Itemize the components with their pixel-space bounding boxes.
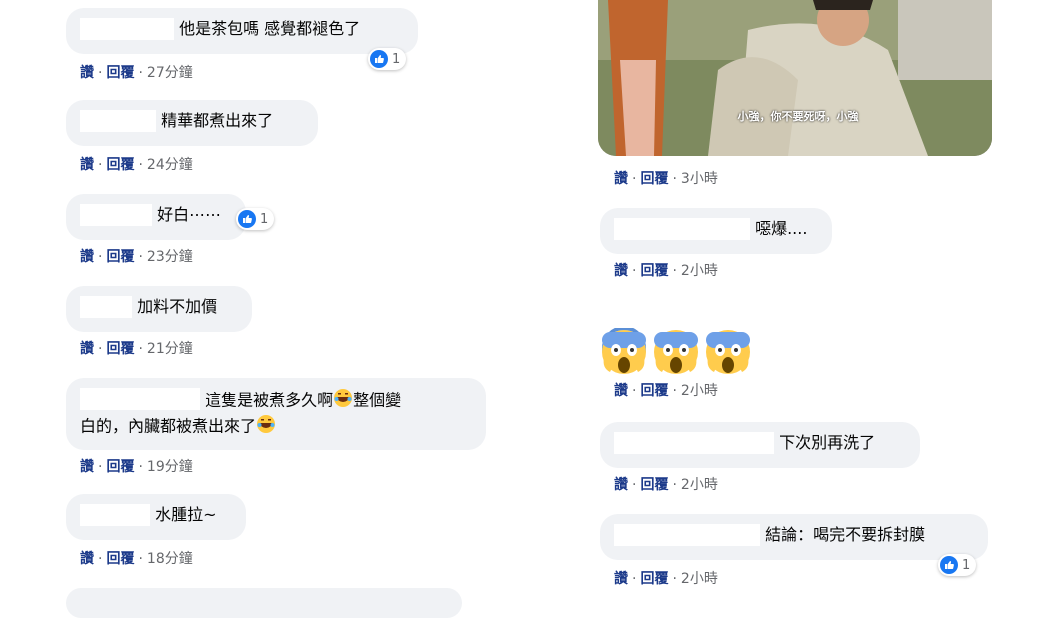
comment-time[interactable]: 19分鐘 (147, 459, 193, 475)
comment-bubble: 精華都煮出來了 (66, 100, 318, 146)
reaction-count[interactable]: 1 (938, 554, 977, 576)
like-reaction-icon (940, 556, 958, 574)
comment-text: 水腫拉~ (155, 505, 217, 524)
comment-bubble: 噁爆.... (600, 208, 832, 254)
reaction-count[interactable]: 1 (368, 48, 407, 70)
comment-text-line1b: 整個變 (353, 390, 402, 410)
redacted-author (80, 388, 200, 410)
like-link[interactable]: 讚 (80, 459, 94, 475)
comment-actions: 讚 · 回覆 · 2小時 (614, 477, 718, 493)
comment-actions: 讚 · 回覆 · 21分鐘 (80, 341, 193, 357)
photo-subtitle: 小強，你不要死呀，小強 (737, 110, 859, 123)
reply-link[interactable]: 回覆 (106, 65, 134, 81)
like-link[interactable]: 讚 (80, 551, 94, 567)
comment-text: 噁爆.... (755, 219, 808, 238)
comment-text: 精華都煮出來了 (161, 111, 274, 130)
laughing-emoji-icon (256, 414, 276, 440)
comment-bubble: 他是茶包嗎 感覺都褪色了 (66, 8, 418, 54)
redacted-author (80, 296, 132, 318)
comment-actions: 讚 · 回覆 · 3小時 (614, 171, 718, 187)
comment-text: 他是茶包嗎 感覺都褪色了 (179, 19, 361, 38)
comment-time[interactable]: 21分鐘 (147, 341, 193, 357)
like-link[interactable]: 讚 (80, 65, 94, 81)
redacted-author (614, 524, 760, 546)
comment-actions: 讚 · 回覆 · 2小時 (614, 383, 718, 399)
comment-text: 結論：喝完不要拆封膜 (765, 525, 926, 544)
comment-actions: 讚 · 回覆 · 2小時 (614, 263, 718, 279)
like-link[interactable]: 讚 (80, 157, 94, 173)
comment-actions: 讚 · 回覆 · 23分鐘 (80, 249, 193, 265)
comment-time[interactable]: 2小時 (681, 477, 718, 493)
comment-time[interactable]: 24分鐘 (147, 157, 193, 173)
like-link[interactable]: 讚 (614, 477, 628, 493)
like-link[interactable]: 讚 (80, 341, 94, 357)
reply-link[interactable]: 回覆 (106, 249, 134, 265)
comment-time[interactable]: 2小時 (681, 263, 718, 279)
reply-link[interactable]: 回覆 (106, 459, 134, 475)
reply-link[interactable]: 回覆 (106, 551, 134, 567)
like-reaction-icon (238, 210, 256, 228)
scream-emoji-icon (654, 330, 698, 374)
comment-bubble: 水腫拉~ (66, 494, 246, 540)
scream-emoji-icon (706, 330, 750, 374)
reply-link[interactable]: 回覆 (640, 477, 668, 493)
reply-link[interactable]: 回覆 (640, 571, 668, 587)
photo-scene (598, 0, 992, 156)
comment-actions: 讚 · 回覆 · 18分鐘 (80, 551, 193, 567)
comment-bubble: 好白⋯⋯ (66, 194, 246, 240)
redacted-author (80, 504, 150, 526)
comment-actions: 讚 · 回覆 · 19分鐘 (80, 459, 193, 475)
redacted-author (80, 110, 156, 132)
comment-text: 好白⋯⋯ (157, 205, 222, 224)
like-link[interactable]: 讚 (80, 249, 94, 265)
comment-bubble: 這隻是被煮多久啊 整個變 白的，內臟都被煮出來了 (66, 378, 486, 450)
comment-bubble: 下次別再洗了 (600, 422, 920, 468)
comment-time[interactable]: 2小時 (681, 383, 718, 399)
comment-time[interactable]: 27分鐘 (147, 65, 193, 81)
comment-text-line1: 這隻是被煮多久啊 (205, 390, 334, 410)
comment-text: 加料不加價 (137, 297, 218, 316)
like-link[interactable]: 讚 (614, 171, 628, 187)
like-reaction-icon (370, 50, 388, 68)
comment-time[interactable]: 2小時 (681, 571, 718, 587)
comment-actions: 讚 · 回覆 · 27分鐘 (80, 65, 193, 81)
comment-bubble: 加料不加價 (66, 286, 252, 332)
comment-actions: 讚 · 回覆 · 24分鐘 (80, 157, 193, 173)
redacted-author (80, 18, 174, 40)
comment-actions: 讚 · 回覆 · 2小時 (614, 571, 718, 587)
scream-emoji-icon (602, 328, 646, 374)
comment-time[interactable]: 23分鐘 (147, 249, 193, 265)
comment-text-line2: 白的，內臟都被煮出來了 (80, 416, 257, 436)
comment-text: 下次別再洗了 (779, 433, 876, 452)
like-link[interactable]: 讚 (614, 571, 628, 587)
reply-link[interactable]: 回覆 (640, 383, 668, 399)
reply-link[interactable]: 回覆 (106, 157, 134, 173)
comment-time[interactable]: 3小時 (681, 171, 718, 187)
redacted-author (614, 218, 750, 240)
comment-bubble: 結論：喝完不要拆封膜 (600, 514, 988, 560)
reply-link[interactable]: 回覆 (640, 171, 668, 187)
laughing-emoji-icon (333, 388, 353, 414)
comment-time[interactable]: 18分鐘 (147, 551, 193, 567)
like-link[interactable]: 讚 (614, 263, 628, 279)
redacted-author (614, 432, 774, 454)
emoji-comment (600, 328, 752, 374)
reaction-count[interactable]: 1 (236, 208, 275, 230)
comment-bubble-partial (66, 588, 462, 618)
redacted-author (80, 204, 152, 226)
like-link[interactable]: 讚 (614, 383, 628, 399)
reply-link[interactable]: 回覆 (640, 263, 668, 279)
reply-link[interactable]: 回覆 (106, 341, 134, 357)
comment-photo-attachment[interactable]: 小強，你不要死呀，小強 (598, 0, 992, 156)
